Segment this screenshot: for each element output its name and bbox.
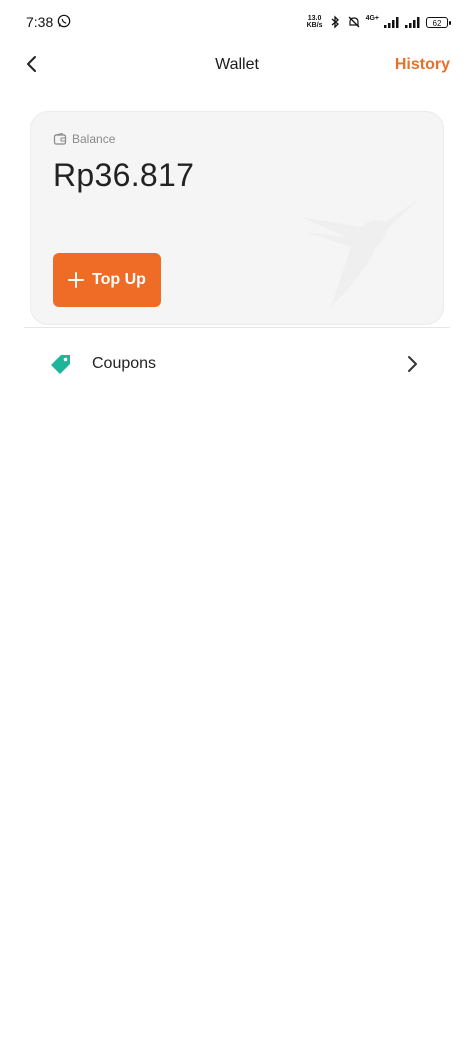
balance-card: Balance Rp36.817 Top Up (30, 111, 444, 325)
divider (24, 327, 450, 328)
signal-icon-2 (405, 17, 420, 28)
top-up-button[interactable]: Top Up (53, 253, 161, 307)
bluetooth-icon (331, 15, 339, 29)
wallet-icon (53, 132, 67, 145)
plus-icon (68, 272, 85, 288)
hummingbird-watermark-icon (301, 197, 421, 307)
top-up-label: Top Up (92, 271, 146, 288)
coupons-label: Coupons (92, 355, 157, 372)
network-speed-value: 13.0 (307, 15, 322, 22)
coupons-row[interactable]: Coupons (24, 340, 450, 388)
coupon-tag-icon (51, 355, 70, 374)
balance-label: Balance (72, 132, 116, 146)
network-speed: 13.0 KB/s (307, 15, 323, 29)
balance-label-row: Balance (53, 132, 115, 146)
network-type: 4G+ (365, 14, 379, 22)
app-header: Wallet History (0, 44, 474, 86)
status-icons: 13.0 KB/s 4G+ 62 (307, 12, 451, 32)
network-speed-unit: KB/s (306, 22, 323, 29)
status-bar: 7:38 13.0 KB/s 4G+ 62 (0, 0, 474, 44)
balance-amount: Rp36.817 (53, 157, 195, 193)
status-time: 7:38 (26, 14, 54, 30)
battery-icon: 62 (426, 16, 451, 28)
history-button[interactable]: History (395, 56, 450, 74)
whatsapp-icon (57, 14, 71, 28)
signal-icon (384, 17, 399, 28)
mute-icon (348, 16, 360, 28)
chevron-right-icon (408, 356, 417, 372)
